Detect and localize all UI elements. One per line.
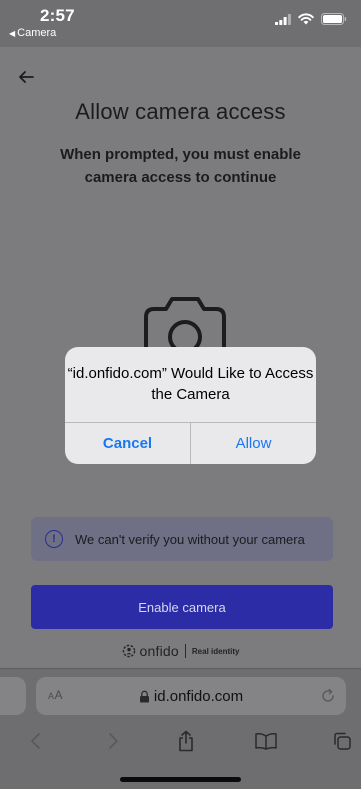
book-icon	[255, 733, 277, 750]
status-bar: 2:57 ◀ Camera	[0, 0, 361, 47]
tabs-icon	[334, 732, 351, 750]
alert-cancel-button[interactable]: Cancel	[65, 423, 190, 464]
back-triangle-icon: ◀	[9, 28, 16, 38]
url-display: id.onfido.com	[36, 677, 346, 715]
alert-title: “id.onfido.com” Would Like to Access the…	[67, 365, 314, 403]
previous-tab-preview[interactable]	[0, 677, 26, 715]
cellular-signal-icon	[275, 13, 291, 25]
phone-screen: 2:57 ◀ Camera Allow camera access When p…	[0, 0, 361, 789]
onfido-branding: onfido Real identity	[0, 641, 361, 661]
alert-allow-button[interactable]: Allow	[191, 423, 316, 464]
onfido-logo-icon	[122, 644, 135, 658]
reload-icon[interactable]	[320, 688, 336, 704]
chevron-right-icon	[109, 733, 118, 749]
tabs-button[interactable]	[330, 729, 354, 753]
status-time: 2:57	[40, 6, 75, 25]
battery-icon	[321, 13, 347, 25]
wifi-icon	[298, 13, 314, 25]
notice-text: We can't verify you without your camera	[75, 531, 305, 547]
url-text: id.onfido.com	[153, 687, 244, 705]
share-button[interactable]	[174, 729, 198, 753]
enable-camera-button[interactable]: Enable camera	[31, 585, 333, 629]
bookmarks-button[interactable]	[254, 729, 278, 753]
brand-divider	[184, 644, 186, 658]
page-subtitle: When prompted, you must enable camera ac…	[60, 146, 301, 186]
back-app-label: Camera	[17, 27, 57, 39]
browser-toolbar: AA id.onfido.com	[0, 668, 361, 789]
share-icon	[179, 730, 193, 752]
lock-icon	[139, 690, 149, 702]
address-bar[interactable]: AA id.onfido.com	[36, 677, 346, 715]
forward-nav-button[interactable]	[101, 729, 125, 753]
back-to-app-link[interactable]: ◀ Camera	[9, 27, 56, 39]
back-nav-button[interactable]	[24, 729, 48, 753]
status-icons	[275, 13, 347, 25]
page-title: Allow camera access	[75, 99, 286, 124]
exclamation-icon: !	[45, 530, 63, 548]
home-indicator[interactable]	[120, 777, 241, 782]
camera-permission-alert: “id.onfido.com” Would Like to Access the…	[65, 347, 316, 464]
camera-required-notice: ! We can't verify you without your camer…	[31, 517, 333, 561]
brand-name: onfido	[139, 643, 179, 659]
browser-nav-row	[0, 725, 361, 757]
brand-tagline: Real identity	[191, 646, 240, 656]
chevron-left-icon	[31, 733, 40, 749]
back-arrow-icon[interactable]	[16, 67, 36, 87]
